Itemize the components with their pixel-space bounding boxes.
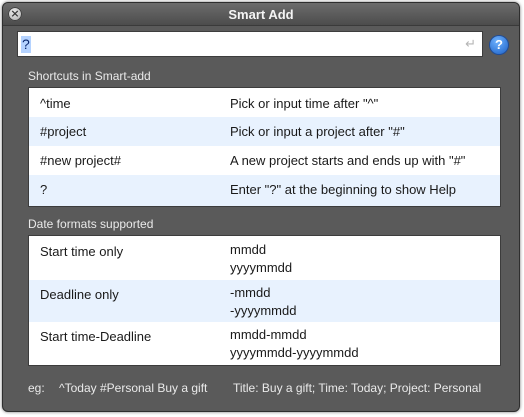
smart-add-input[interactable]: ? (21, 36, 31, 53)
shortcut-key: ^time (40, 96, 71, 111)
smart-add-input-box[interactable]: ? ↵ (17, 31, 483, 57)
date-format-row: Deadline only -mmdd -yyyymmdd (29, 280, 500, 322)
example-input: ^Today #Personal Buy a gift (59, 381, 208, 395)
shortcut-description: A new project starts and ends up with "#… (230, 153, 466, 168)
shortcut-description: Pick or input a project after "#" (230, 124, 405, 139)
date-format-values: mmdd yyyymmdd (230, 241, 292, 277)
smart-add-window: × Smart Add ? ↵ ? Shortcuts in Smart-add… (2, 2, 520, 412)
shortcut-key: #new project# (40, 153, 121, 168)
date-format-key: Deadline only (40, 287, 119, 302)
help-icon[interactable]: ? (490, 36, 508, 54)
date-format-line: -yyyymmdd (230, 303, 297, 318)
shortcuts-table: ^time Pick or input time after "^" #proj… (28, 87, 501, 207)
shortcut-key: #project (40, 124, 87, 139)
title-bar[interactable]: × Smart Add (3, 3, 519, 26)
shortcut-description: Pick or input time after "^" (230, 96, 379, 111)
shortcut-row: #new project# A new project starts and e… (29, 146, 500, 175)
date-format-values: mmdd-mmdd yyyymmdd-yyyymmdd (230, 326, 359, 362)
date-format-line: mmdd-mmdd (230, 327, 307, 342)
shortcut-description: Enter "?" at the beginning to show Help (230, 182, 457, 197)
date-format-row: Start time only mmdd yyyymmdd (29, 236, 500, 280)
example-result: Title: Buy a gift; Time: Today; Project:… (233, 381, 482, 395)
return-icon: ↵ (465, 36, 476, 51)
date-format-line: yyyymmdd (230, 260, 293, 275)
date-format-line: mmdd (230, 242, 267, 257)
date-format-row: Start time-Deadline mmdd-mmdd yyyymmdd-y… (29, 322, 500, 365)
date-format-key: Start time only (40, 244, 124, 259)
shortcut-row: ^time Pick or input time after "^" (29, 88, 500, 117)
example-label: eg: (28, 381, 45, 395)
shortcut-row: #project Pick or input a project after "… (29, 117, 500, 146)
date-format-line: -mmdd (230, 285, 271, 300)
shortcuts-section-label: Shortcuts in Smart-add (28, 69, 151, 83)
date-formats-section-label: Date formats supported (28, 217, 154, 231)
shortcut-row: ? Enter "?" at the beginning to show Hel… (29, 175, 500, 206)
shortcut-key: ? (40, 182, 48, 197)
date-formats-table: Start time only mmdd yyyymmdd Deadline o… (28, 235, 501, 366)
date-format-values: -mmdd -yyyymmdd (230, 284, 296, 320)
window-title: Smart Add (228, 7, 294, 22)
date-format-line: yyyymmdd-yyyymmdd (230, 345, 359, 360)
date-format-key: Start time-Deadline (40, 329, 152, 344)
